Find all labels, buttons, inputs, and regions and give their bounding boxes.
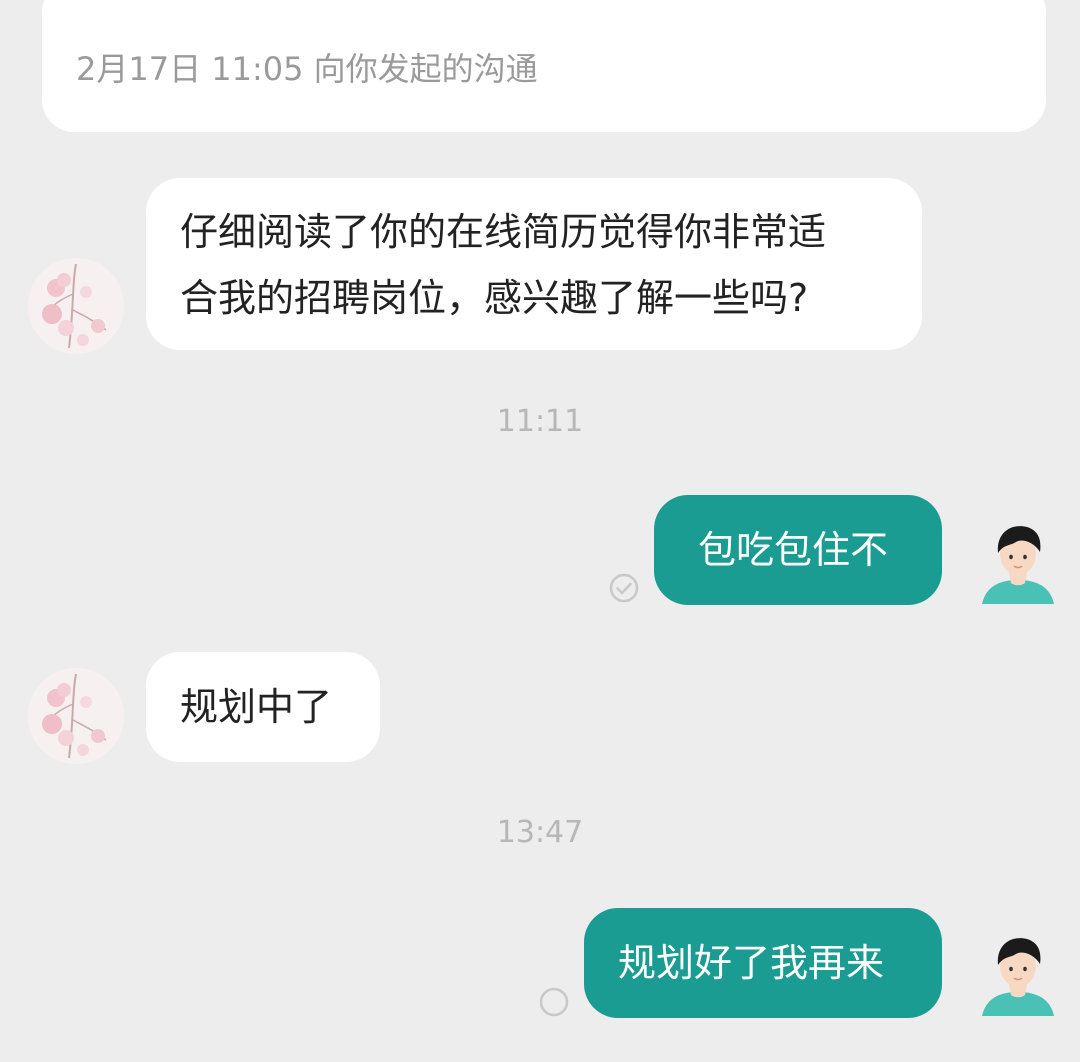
conversation-time: 11:05 xyxy=(211,50,304,88)
time-divider: 13:47 xyxy=(496,815,584,850)
floral-avatar-icon[interactable] xyxy=(28,668,124,764)
time-divider: 11:11 xyxy=(496,404,584,439)
conversation-header-card: 2月17日 11:05 向你发起的沟通 xyxy=(42,0,1046,132)
message-bubble-received[interactable]: 仔细阅读了你的在线简历觉得你非常适 合我的招聘岗位，感兴趣了解一些吗? xyxy=(146,178,922,350)
chat-screen: 2月17日 11:05 向你发起的沟通 仔细阅读了你的在线简历觉得你非常适 合我… xyxy=(0,0,1080,1062)
message-text: 规划好了我再来 xyxy=(618,941,885,985)
cartoon-boy-avatar-icon[interactable] xyxy=(976,520,1060,604)
conversation-start-note: 2月17日 11:05 向你发起的沟通 xyxy=(76,44,538,90)
check-circle-icon xyxy=(608,572,640,604)
cartoon-boy-avatar-icon[interactable] xyxy=(976,932,1060,1016)
conversation-date: 2月17日 xyxy=(76,50,202,88)
message-bubble-sent[interactable]: 规划好了我再来 xyxy=(584,908,942,1018)
message-bubble-received[interactable]: 规划中了 xyxy=(146,652,380,762)
message-line: 仔细阅读了你的在线简历觉得你非常适 xyxy=(180,210,827,254)
message-line: 合我的招聘岗位，感兴趣了解一些吗? xyxy=(180,276,809,320)
conversation-initiated-text: 向你发起的沟通 xyxy=(313,50,538,88)
circle-icon xyxy=(538,986,570,1018)
message-text: 规划中了 xyxy=(180,685,333,729)
floral-avatar-icon[interactable] xyxy=(28,258,124,354)
message-bubble-sent[interactable]: 包吃包住不 xyxy=(654,495,942,605)
message-text: 包吃包住不 xyxy=(698,528,889,572)
